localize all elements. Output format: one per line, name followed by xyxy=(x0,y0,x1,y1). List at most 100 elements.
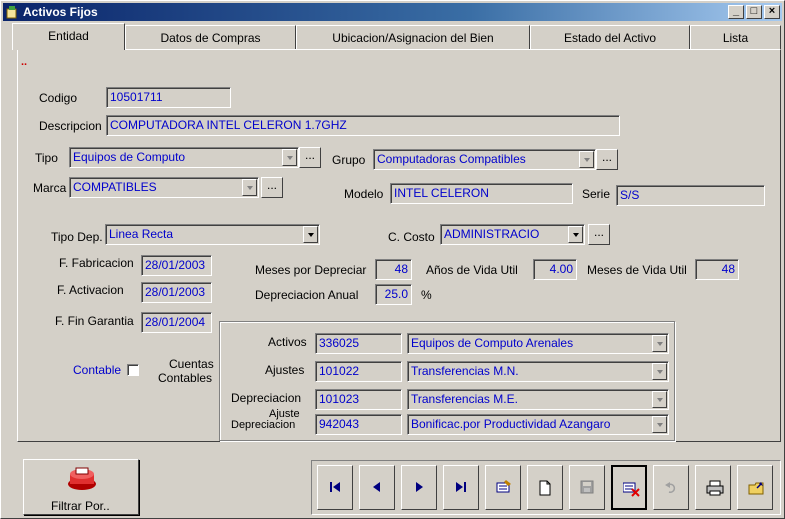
cuenta-ajustes-code[interactable]: 101022 xyxy=(315,361,402,382)
f-activacion-field[interactable]: 28/01/2003 xyxy=(141,282,212,303)
next-record-icon xyxy=(416,482,423,492)
previous-record-button[interactable] xyxy=(359,465,395,510)
delete-icon xyxy=(623,482,640,497)
cuenta-depreciacion-code[interactable]: 101023 xyxy=(315,389,402,410)
descripcion-field[interactable]: COMPUTADORA INTEL CELERON 1.7GHZ xyxy=(106,115,620,136)
chevron-down-icon[interactable] xyxy=(568,226,583,243)
app-icon xyxy=(6,6,17,19)
cuenta-ajuste-dep-code[interactable]: 942043 xyxy=(315,414,402,435)
cuenta-activos-select[interactable]: Equipos de Computo Arenales xyxy=(407,333,669,354)
descripcion-label: Descripcion xyxy=(39,119,102,133)
exit-button[interactable] xyxy=(737,465,773,510)
last-record-icon xyxy=(456,482,466,492)
tipo-dep-select[interactable]: Linea Recta xyxy=(105,224,320,245)
first-record-icon xyxy=(330,482,340,492)
window-title: Activos Fijos xyxy=(23,5,98,19)
contables-label: Contables xyxy=(158,371,213,385)
contable-label: Contable xyxy=(73,363,122,377)
tab-lista[interactable]: Lista xyxy=(690,25,781,49)
chevron-down-icon[interactable] xyxy=(652,391,667,408)
depreciacion-anual-label: Depreciacion Anual xyxy=(255,288,359,302)
tipo-dep-label: Tipo Dep. xyxy=(51,230,103,244)
chevron-down-icon[interactable] xyxy=(652,416,667,433)
c-costo-label: C. Costo xyxy=(388,230,435,244)
cuenta-activos-code[interactable]: 336025 xyxy=(315,333,402,354)
delete-button[interactable] xyxy=(611,465,647,510)
undo-icon xyxy=(665,482,676,493)
save-icon xyxy=(580,480,594,494)
grupo-value: Computadoras Compatibles xyxy=(377,152,526,166)
filtrar-por-label: Filtrar Por.. xyxy=(51,499,110,513)
title-bar: Activos Fijos _ □ × xyxy=(3,3,782,21)
chevron-down-icon[interactable] xyxy=(242,179,257,196)
c-costo-select[interactable]: ADMINISTRACIO xyxy=(440,224,585,245)
contable-checkbox[interactable] xyxy=(127,364,139,376)
print-button[interactable] xyxy=(695,465,731,510)
cuenta-activos-name: Equipos de Computo Arenales xyxy=(411,336,574,350)
codigo-label: Codigo xyxy=(39,91,78,105)
modelo-field[interactable]: INTEL CELERON xyxy=(390,183,573,204)
edit-button[interactable] xyxy=(485,465,521,510)
modelo-label: Modelo xyxy=(344,187,384,201)
cuenta-depreciacion-select[interactable]: Transferencias M.E. xyxy=(407,389,669,410)
undo-button[interactable] xyxy=(653,465,689,510)
f-fabricacion-field[interactable]: 28/01/2003 xyxy=(141,255,212,276)
marca-lookup-button[interactable]: ... xyxy=(261,177,283,198)
f-fabricacion-label: F. Fabricacion xyxy=(59,256,134,270)
grupo-label: Grupo xyxy=(332,153,366,167)
serie-field[interactable]: S/S xyxy=(616,185,765,206)
save-button[interactable] xyxy=(569,465,605,510)
meses-por-depreciar-field[interactable]: 48 xyxy=(375,259,412,280)
meses-vida-util-label: Meses de Vida Util xyxy=(587,263,687,277)
chevron-down-icon[interactable] xyxy=(579,151,594,168)
last-record-button[interactable] xyxy=(443,465,479,510)
modified-marker: .. xyxy=(21,56,28,68)
window: Activos Fijos _ □ × Entidad Datos de Com… xyxy=(0,0,785,519)
f-fin-garantia-field[interactable]: 28/01/2004 xyxy=(141,312,212,333)
anos-vida-util-field[interactable]: 4.00 xyxy=(533,259,577,280)
tipo-dep-value: Linea Recta xyxy=(109,227,174,241)
exit-icon xyxy=(748,482,764,495)
serie-label: Serie xyxy=(582,187,611,201)
tab-datos-de-compras[interactable]: Datos de Compras xyxy=(125,25,296,49)
tipo-value: Equipos de Computo xyxy=(73,150,186,164)
edit-icon xyxy=(496,480,511,493)
grupo-lookup-button[interactable]: ... xyxy=(596,149,618,170)
new-document-icon xyxy=(539,480,551,496)
next-record-button[interactable] xyxy=(401,465,437,510)
cuenta-depreciacion-name: Transferencias M.E. xyxy=(411,392,518,406)
cuenta-ajuste-dep-label-2: Depreciacion xyxy=(231,419,296,431)
tab-ubicacion-asignacion[interactable]: Ubicacion/Asignacion del Bien xyxy=(296,25,530,49)
meses-vida-util-field[interactable]: 48 xyxy=(695,259,739,280)
chevron-down-icon[interactable] xyxy=(303,226,318,243)
grupo-select[interactable]: Computadoras Compatibles xyxy=(373,149,596,170)
cuenta-activos-label: Activos xyxy=(268,335,307,349)
tipo-lookup-button[interactable]: ... xyxy=(299,147,321,168)
cuenta-ajuste-dep-select[interactable]: Bonificac.por Productividad Azangaro xyxy=(407,414,669,435)
previous-record-icon xyxy=(373,482,380,492)
marca-select[interactable]: COMPATIBLES xyxy=(69,177,259,198)
print-icon xyxy=(706,480,724,496)
tipo-select[interactable]: Equipos de Computo xyxy=(69,147,299,168)
minimize-button[interactable]: _ xyxy=(728,5,744,19)
tab-entidad[interactable]: Entidad xyxy=(12,23,125,50)
tab-estado-del-activo[interactable]: Estado del Activo xyxy=(530,25,690,49)
new-record-button[interactable] xyxy=(527,465,563,510)
chevron-down-icon[interactable] xyxy=(652,335,667,352)
maximize-button[interactable]: □ xyxy=(746,5,762,19)
cuenta-ajustes-label: Ajustes xyxy=(265,363,305,377)
c-costo-lookup-button[interactable]: ... xyxy=(588,224,610,245)
marca-value: COMPATIBLES xyxy=(73,180,157,194)
first-record-button[interactable] xyxy=(317,465,353,510)
chevron-down-icon[interactable] xyxy=(652,363,667,380)
filtrar-por-button[interactable]: Filtrar Por.. xyxy=(23,459,139,515)
tipo-label: Tipo xyxy=(35,151,58,165)
anos-vida-util-label: Años de Vida Util xyxy=(426,263,518,277)
chevron-down-icon[interactable] xyxy=(282,149,297,166)
cuenta-ajustes-select[interactable]: Transferencias M.N. xyxy=(407,361,669,382)
depreciacion-anual-field[interactable]: 25.0 xyxy=(375,284,412,305)
close-button[interactable]: × xyxy=(764,5,780,19)
cuenta-ajuste-dep-name: Bonificac.por Productividad Azangaro xyxy=(411,417,611,431)
meses-por-depreciar-label: Meses por Depreciar xyxy=(255,263,367,277)
codigo-field[interactable]: 10501711 xyxy=(106,87,231,108)
